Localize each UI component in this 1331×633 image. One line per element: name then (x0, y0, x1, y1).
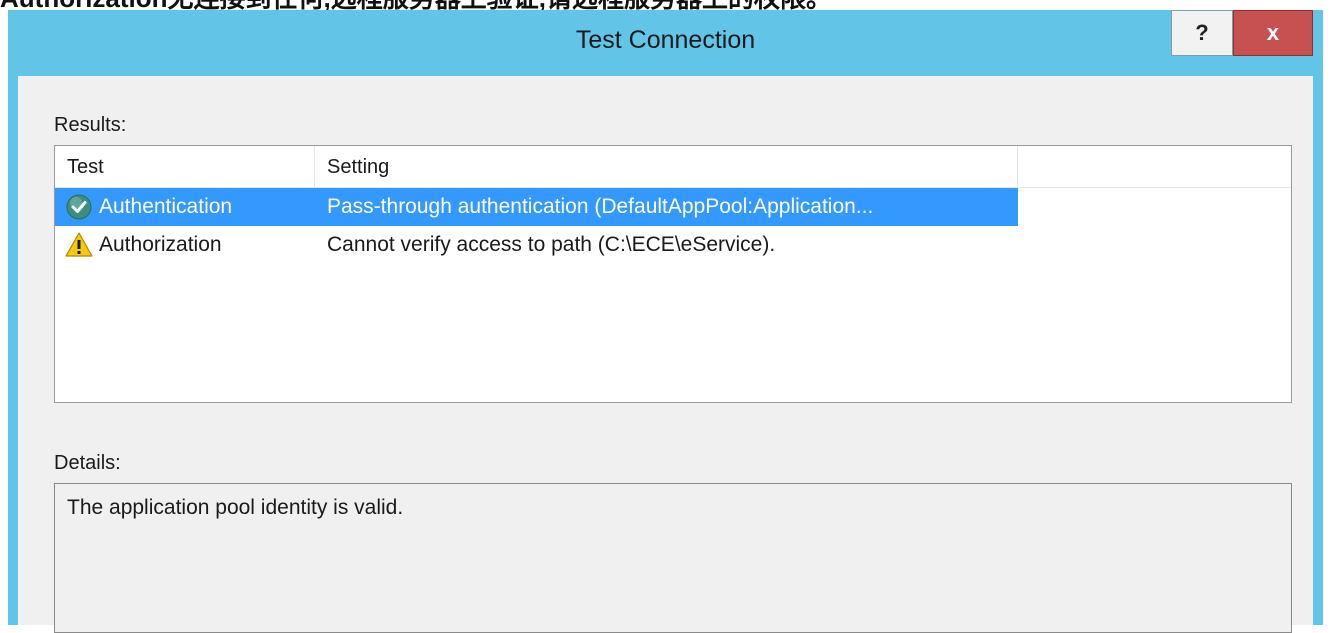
results-list[interactable]: Test Setting Authentication Pass-through… (54, 145, 1292, 403)
result-setting: Cannot verify access to path (C:\ECE\eSe… (327, 233, 776, 256)
dialog-titlebar: Test Connection ? x (8, 10, 1323, 76)
dialog-title: Test Connection (575, 26, 756, 54)
details-label: Details: (54, 452, 121, 474)
test-connection-dialog: Test Connection ? x Results: Test Settin… (8, 10, 1323, 633)
results-label: Results: (54, 114, 127, 136)
result-setting: Pass-through authentication (DefaultAppP… (327, 195, 874, 218)
result-row-authentication[interactable]: Authentication Pass-through authenticati… (55, 188, 1018, 226)
close-button[interactable]: x (1233, 10, 1313, 56)
details-text: The application pool identity is valid. (67, 496, 404, 519)
column-header-filler (1018, 146, 1291, 188)
page-caption: Authorization无连接到任何,远程服务器上验证,请远程服务器上的权限。 (0, 0, 1331, 10)
result-row-authorization[interactable]: Authorization Cannot verify access to pa… (55, 226, 1018, 264)
column-header-setting[interactable]: Setting (315, 146, 1018, 188)
success-check-icon (66, 194, 92, 220)
dialog-client-area: Results: Test Setting Authentication Pas… (18, 76, 1313, 633)
help-button[interactable]: ? (1171, 10, 1233, 56)
warning-icon (65, 232, 93, 257)
details-panel[interactable]: The application pool identity is valid. (54, 483, 1292, 633)
result-test-name: Authentication (99, 195, 233, 218)
column-header-test[interactable]: Test (55, 146, 315, 188)
result-test-name: Authorization (99, 233, 222, 256)
